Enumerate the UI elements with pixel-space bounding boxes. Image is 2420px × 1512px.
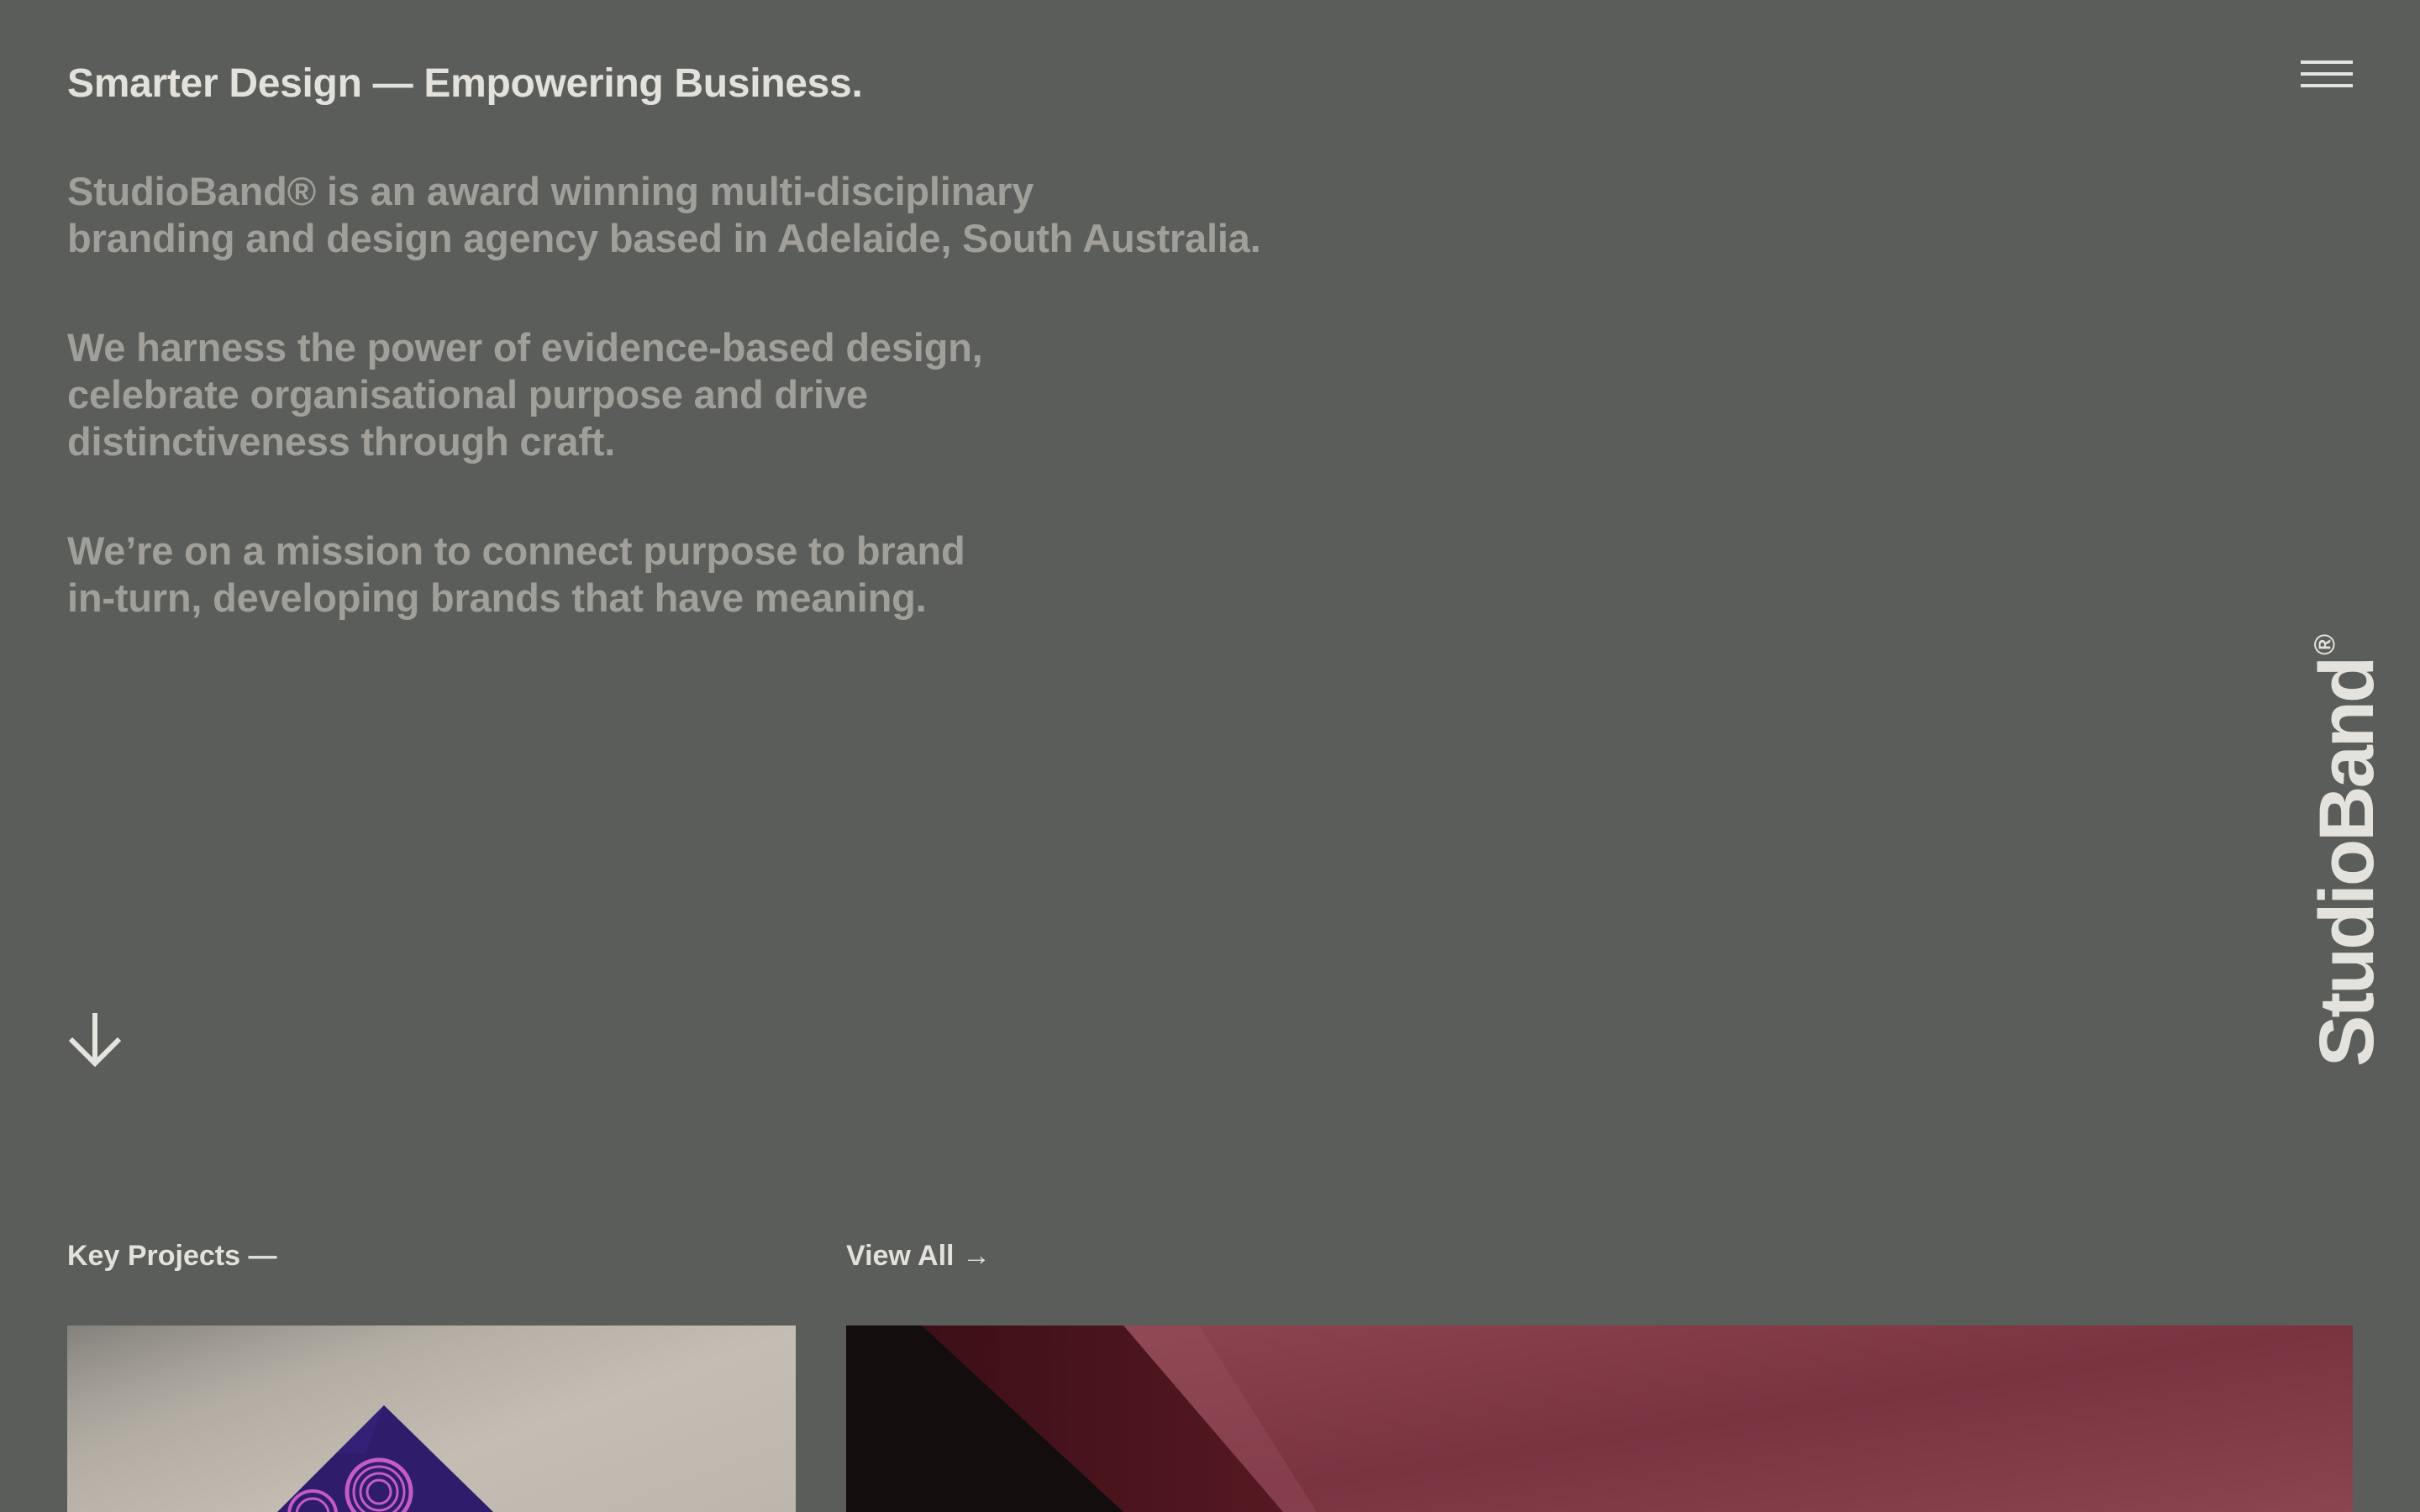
intro-paragraph-approach: We harness the power of evidence-based d…: [67, 325, 983, 464]
studioband-logo[interactable]: StudioBand ®: [2295, 633, 2390, 1067]
intro-text: StudioBand® is an award winning multi-di…: [67, 168, 1496, 684]
view-all-link[interactable]: View All →: [846, 1240, 991, 1273]
menu-bar-middle: [2301, 72, 2353, 76]
project-card-2[interactable]: [846, 1326, 2353, 1512]
logo-wordmark: StudioBand: [2304, 658, 2390, 1067]
menu-bar-top: [2301, 60, 2353, 64]
project-image-crimson-fold: [846, 1326, 2353, 1512]
menu-bar-bottom: [2301, 84, 2353, 87]
registered-mark: ®: [2309, 633, 2341, 655]
intro-paragraph-agency: StudioBand® is an award winning multi-di…: [67, 169, 1261, 260]
project-image-purple-print: [67, 1326, 796, 1512]
arrow-down-icon[interactable]: [67, 1011, 123, 1068]
project-card-1[interactable]: [67, 1326, 796, 1512]
intro-paragraph-mission: We’re on a mission to connect purpose to…: [67, 528, 965, 620]
key-projects-heading: Key Projects —: [67, 1240, 277, 1272]
page-headline: Smarter Design — Empowering Business.: [67, 61, 863, 106]
hamburger-menu-icon[interactable]: [2301, 60, 2353, 92]
